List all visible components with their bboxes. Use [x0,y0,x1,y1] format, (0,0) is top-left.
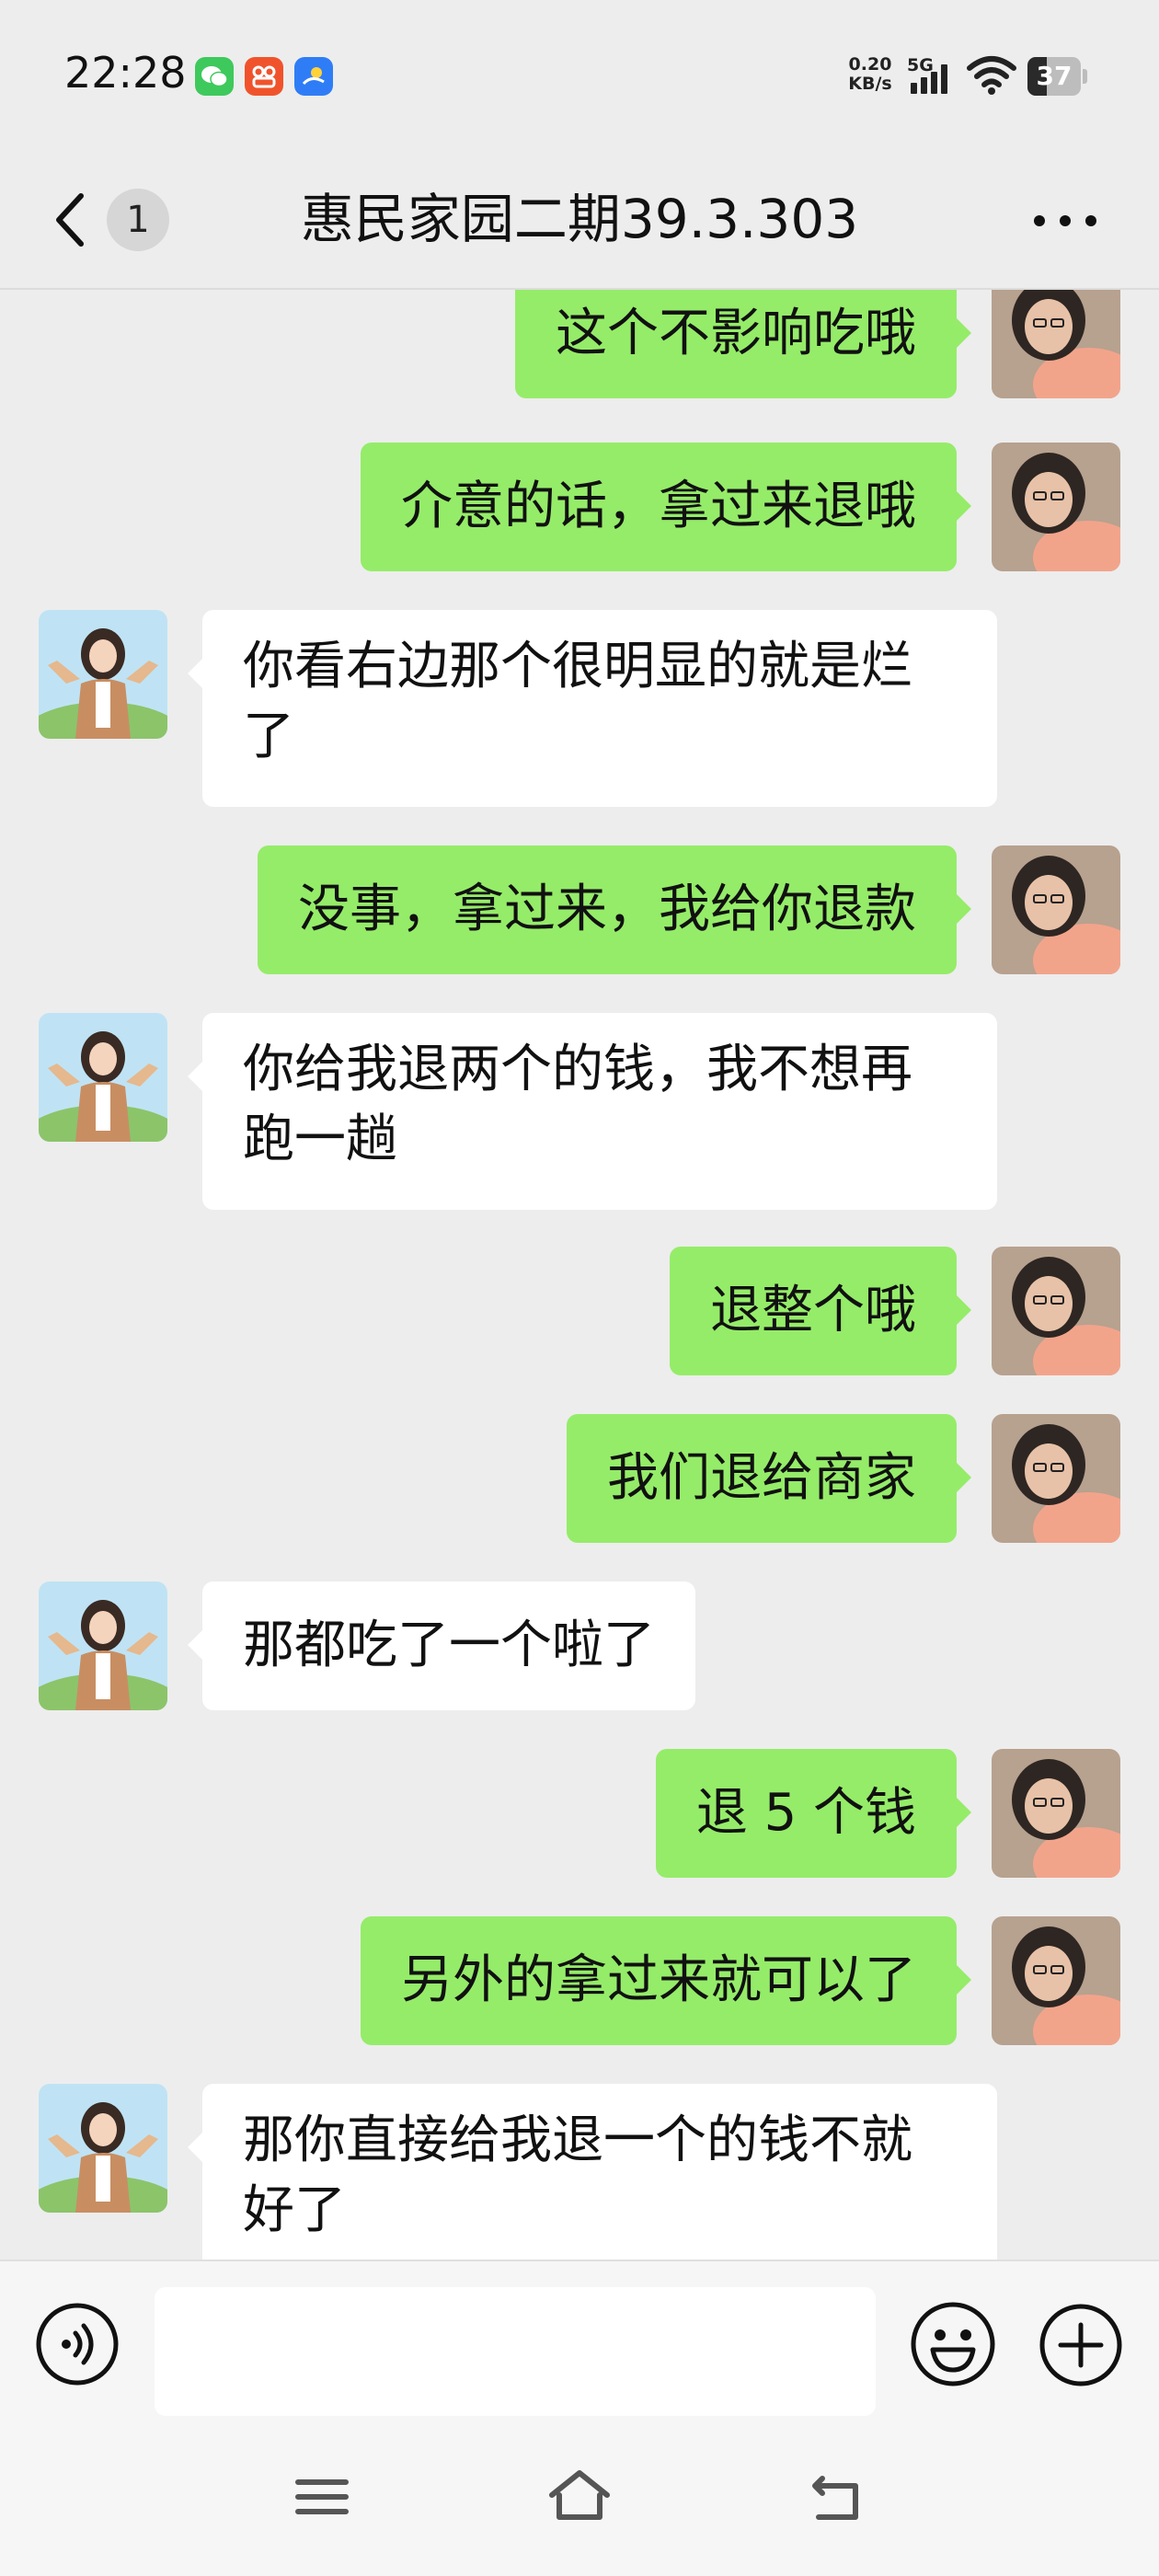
back-arrow-icon [56,193,84,247]
more-icon [1034,215,1096,226]
message-bubble[interactable]: 退整个哦 [670,1247,971,1375]
message-bubble[interactable]: 那你直接给我退一个的钱不就好了 [188,2084,997,2260]
plus-icon [1039,2304,1122,2386]
message-bubble[interactable]: 我们退给商家 [567,1414,971,1543]
message-bubble[interactable]: 你给我退两个的钱，我不想再跑一趟 [188,1013,997,1210]
chat-header: 1 惠民家园二期39.3.303 [0,152,1159,290]
return-icon [812,2476,858,2520]
my-avatar[interactable] [992,845,1120,974]
my-avatar[interactable] [992,1916,1120,2045]
message-bubble[interactable]: 介意的话，拿过来退哦 [361,443,971,571]
my-avatar[interactable] [992,443,1120,571]
contact-avatar[interactable] [39,610,167,739]
contact-avatar[interactable] [39,1581,167,1710]
wechat-icon [195,57,234,96]
emoji-button[interactable] [909,2300,997,2388]
message-bubble[interactable]: 你看右边那个很明显的就是烂了 [188,610,997,807]
input-bar [0,2260,1159,2420]
message-bubble[interactable]: 那都吃了一个啦了 [188,1581,695,1710]
message-input[interactable] [155,2287,876,2416]
message-bubble[interactable]: 另外的拿过来就可以了 [361,1916,971,2045]
network-speed: 0.20 KB/s [844,55,896,94]
my-avatar[interactable] [992,1749,1120,1878]
my-avatar[interactable] [992,1247,1120,1375]
message-bubble[interactable]: 退 5 个钱 [655,1749,972,1878]
signal-icon: 5G [907,55,958,99]
chat-area[interactable]: 这个不影响吃哦 介意的话，拿过来退哦 你看右边那个很明显的就是烂了 没事，拿过来… [0,290,1159,2260]
contact-avatar[interactable] [39,1013,167,1142]
wifi-icon [966,55,1017,99]
back-button[interactable]: 1 [44,179,173,260]
status-bar: 22:28 0.20 KB/s 5G 37 [0,0,1159,152]
my-avatar[interactable] [992,1414,1120,1543]
contact-avatar[interactable] [39,2084,167,2213]
unread-count-badge: 1 [107,189,169,251]
voice-button[interactable] [35,2302,120,2386]
status-time: 22:28 [64,48,187,98]
system-back-button[interactable] [800,2460,874,2534]
voice-icon [36,2303,119,2386]
network-speed-unit: KB/s [848,74,892,94]
battery-level: 37 [1036,61,1073,91]
network-type-label: 5G [907,55,934,75]
message-bubble[interactable]: 没事，拿过来，我给你退款 [258,845,971,974]
chat-title: 惠民家园二期39.3.303 [300,188,859,250]
network-speed-value: 0.20 [848,54,892,75]
emoji-icon [911,2302,995,2386]
system-nav-bar [0,2418,1159,2576]
home-button[interactable] [543,2460,616,2534]
menu-icon [295,2479,349,2514]
battery-icon: 37 [1027,57,1088,96]
my-avatar[interactable] [992,290,1120,398]
menu-button[interactable] [285,2460,359,2534]
sun-app-icon [294,57,333,96]
more-button[interactable] [1028,198,1102,244]
app-icon [245,57,283,96]
more-functions-button[interactable] [1038,2302,1124,2388]
message-bubble[interactable]: 这个不影响吃哦 [515,290,971,398]
home-icon [549,2470,610,2520]
